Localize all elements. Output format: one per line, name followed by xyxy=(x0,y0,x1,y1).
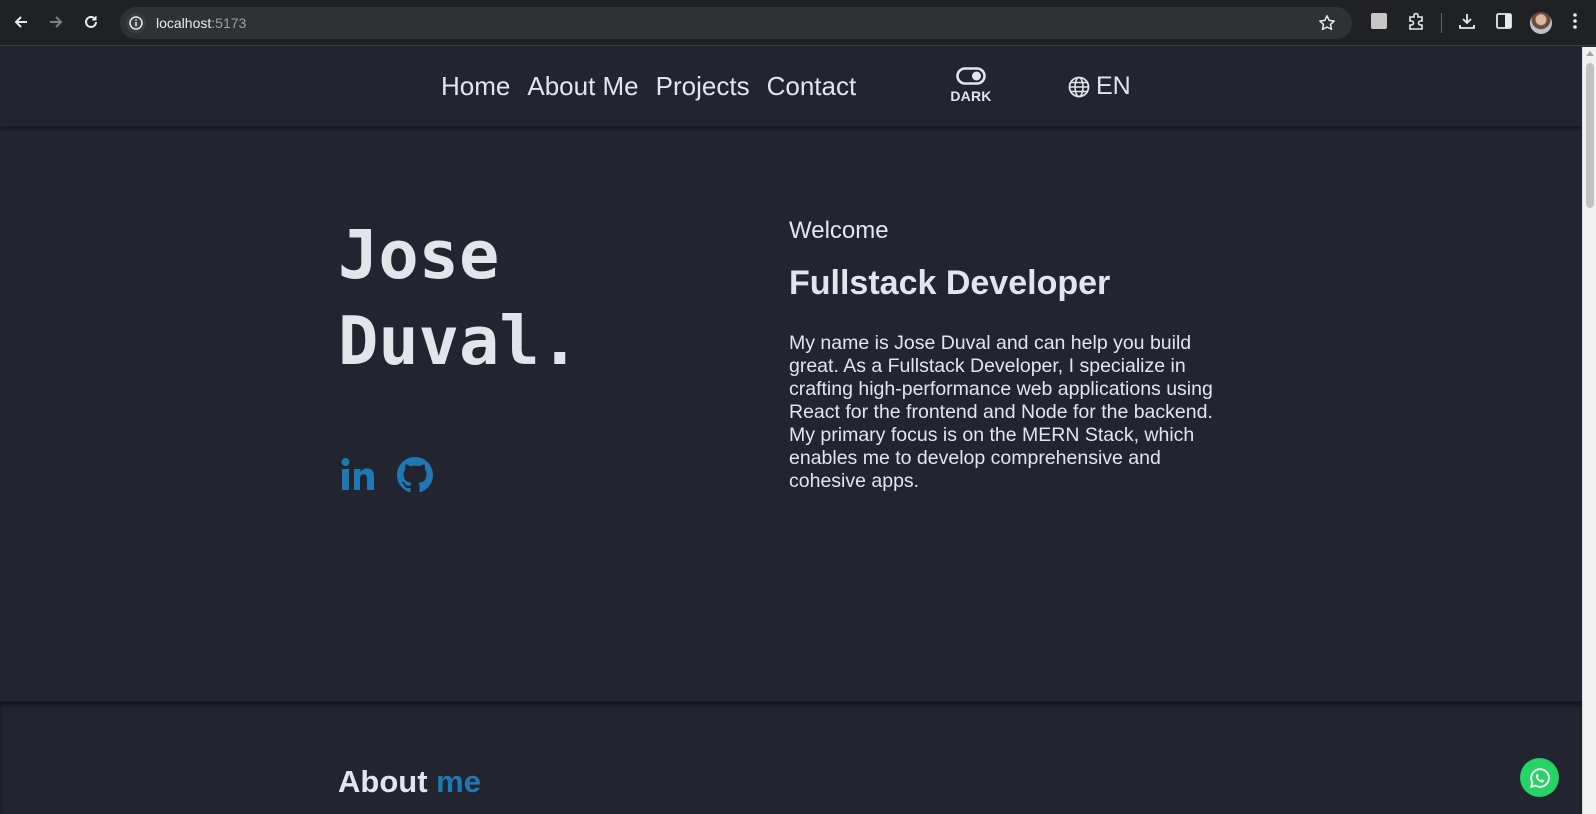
main-nav: Home About Me Projects Contact xyxy=(441,71,856,102)
language-code: EN xyxy=(1096,72,1131,100)
bookmark-star-icon[interactable] xyxy=(1318,14,1336,37)
about-heading-accent: me xyxy=(436,764,481,799)
whatsapp-button[interactable] xyxy=(1520,758,1559,797)
reload-icon[interactable] xyxy=(80,11,102,33)
page-viewport: Home About Me Projects Contact DARK EN J… xyxy=(0,47,1582,814)
scroll-up-arrow-icon[interactable] xyxy=(1586,51,1594,56)
toolbar-separator xyxy=(1441,13,1442,33)
nav-link-about[interactable]: About Me xyxy=(527,71,638,102)
nav-link-contact[interactable]: Contact xyxy=(767,71,857,102)
side-panel-icon[interactable] xyxy=(1495,12,1513,35)
welcome-text: Welcome xyxy=(789,217,889,244)
bio-paragraph: My name is Jose Duval and can help you b… xyxy=(789,332,1213,492)
hero-name-first: Jose xyxy=(338,216,500,294)
download-icon[interactable] xyxy=(1458,12,1476,35)
whatsapp-icon xyxy=(1529,767,1550,788)
address-bar[interactable]: localhost:5173 xyxy=(120,7,1352,39)
hero-name-last: Duval. xyxy=(338,302,581,380)
site-info-icon[interactable] xyxy=(126,13,146,33)
back-icon[interactable] xyxy=(10,11,32,33)
github-icon[interactable] xyxy=(397,457,433,498)
kebab-menu-icon[interactable] xyxy=(1572,12,1578,35)
language-selector[interactable]: EN xyxy=(1068,72,1131,101)
profile-avatar[interactable] xyxy=(1530,12,1552,34)
about-section: About me xyxy=(0,701,1582,814)
linkedin-icon[interactable] xyxy=(341,457,375,498)
social-links xyxy=(341,457,433,498)
url-host: localhost xyxy=(156,15,212,31)
toggle-switch-icon xyxy=(956,67,986,85)
scrollbar-thumb[interactable] xyxy=(1586,63,1594,208)
forward-icon[interactable] xyxy=(45,11,67,33)
nav-link-home[interactable]: Home xyxy=(441,71,510,102)
extensions-puzzle-icon[interactable] xyxy=(1406,12,1426,37)
globe-icon xyxy=(1068,76,1090,97)
url-text[interactable]: localhost:5173 xyxy=(156,15,246,31)
about-heading: About me xyxy=(338,764,481,800)
url-port: :5173 xyxy=(211,15,247,31)
site-header: Home About Me Projects Contact DARK EN xyxy=(0,47,1582,127)
nav-link-projects[interactable]: Projects xyxy=(656,71,750,102)
about-heading-main: About xyxy=(338,764,428,799)
hero-name: Jose Duval. xyxy=(338,212,580,384)
role-title: Fullstack Developer xyxy=(789,264,1111,302)
extension-square-icon[interactable] xyxy=(1370,12,1388,35)
browser-toolbar: localhost:5173 xyxy=(0,0,1596,46)
theme-label: DARK xyxy=(950,88,992,104)
theme-toggle[interactable]: DARK xyxy=(948,67,994,104)
page-scrollbar[interactable] xyxy=(1582,47,1596,814)
